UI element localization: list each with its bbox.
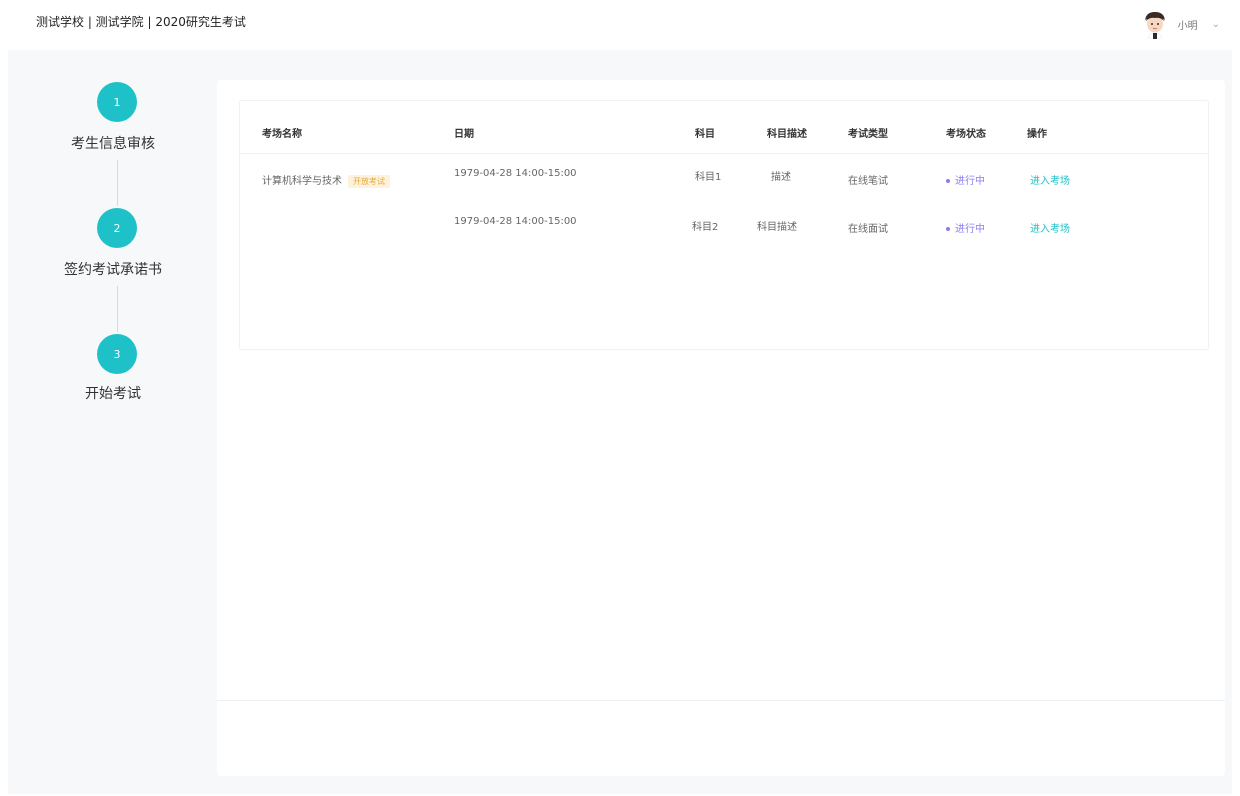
status-text: 进行中: [955, 224, 985, 235]
table-row-1-status: 进行中: [946, 172, 985, 187]
column-header-status: 考场状态: [946, 129, 986, 140]
footer-divider: [217, 700, 1225, 701]
username[interactable]: 小明: [1178, 17, 1198, 32]
table-row-2-type: 在线面试: [848, 224, 888, 235]
header-divider: [240, 153, 1208, 154]
exam-table: 考场名称 日期 科目 科目描述 考试类型 考场状态 操作 计算机科学与技术 开放考…: [239, 100, 1209, 350]
step-connector: [117, 160, 118, 206]
room-tag-badge: 开放考试: [348, 174, 390, 188]
status-dot-icon: [946, 227, 950, 231]
step-connector: [117, 286, 118, 332]
column-header-description: 科目描述: [767, 129, 807, 140]
exam-steps: 1 考生信息审核 2 签约考试承诺书 3 开始考试: [8, 50, 218, 450]
table-row-2-subject: 科目2: [692, 222, 719, 233]
main-canvas: 1 考生信息审核 2 签约考试承诺书 3 开始考试 考场名称 日期 科目 科目描…: [8, 50, 1232, 794]
room-name: 计算机科学与技术: [262, 176, 342, 187]
status-text: 进行中: [955, 176, 985, 187]
table-row-1-room: 计算机科学与技术 开放考试: [262, 172, 390, 188]
column-header-date: 日期: [454, 129, 474, 140]
step-1-label: 考生信息审核: [71, 136, 155, 152]
step-3-label: 开始考试: [85, 386, 141, 402]
column-header-subject: 科目: [695, 129, 715, 140]
user-avatar-icon[interactable]: [1142, 9, 1168, 39]
step-1-badge: 1: [97, 82, 137, 122]
table-row-2-date: 1979-04-28 14:00-15:00: [454, 216, 577, 227]
table-row-1-date: 1979-04-28 14:00-15:00: [454, 168, 577, 179]
table-row-1-subject: 科目1: [695, 172, 722, 183]
user-menu[interactable]: 小明 ⌄: [1142, 9, 1220, 39]
column-header-room: 考场名称: [262, 129, 302, 140]
column-header-type: 考试类型: [848, 129, 888, 140]
table-row-2-description: 科目描述: [757, 222, 797, 233]
status-dot-icon: [946, 179, 950, 183]
table-row-2-status: 进行中: [946, 220, 985, 235]
page-title: 测试学校 | 测试学院 | 2020研究生考试: [36, 15, 246, 29]
step-2-label: 签约考试承诺书: [64, 262, 162, 278]
content-card: 考场名称 日期 科目 科目描述 考试类型 考场状态 操作 计算机科学与技术 开放考…: [217, 80, 1225, 776]
column-header-action: 操作: [1027, 129, 1047, 140]
table-row-1-type: 在线笔试: [848, 176, 888, 187]
step-2-badge: 2: [97, 208, 137, 248]
step-3-badge: 3: [97, 334, 137, 374]
table-row-1-description: 描述: [771, 172, 791, 183]
chevron-down-icon[interactable]: ⌄: [1212, 19, 1220, 30]
top-bar: 测试学校 | 测试学院 | 2020研究生考试 小明 ⌄: [0, 0, 1240, 48]
enter-exam-link[interactable]: 进入考场: [1030, 220, 1070, 235]
enter-exam-link[interactable]: 进入考场: [1030, 172, 1070, 187]
